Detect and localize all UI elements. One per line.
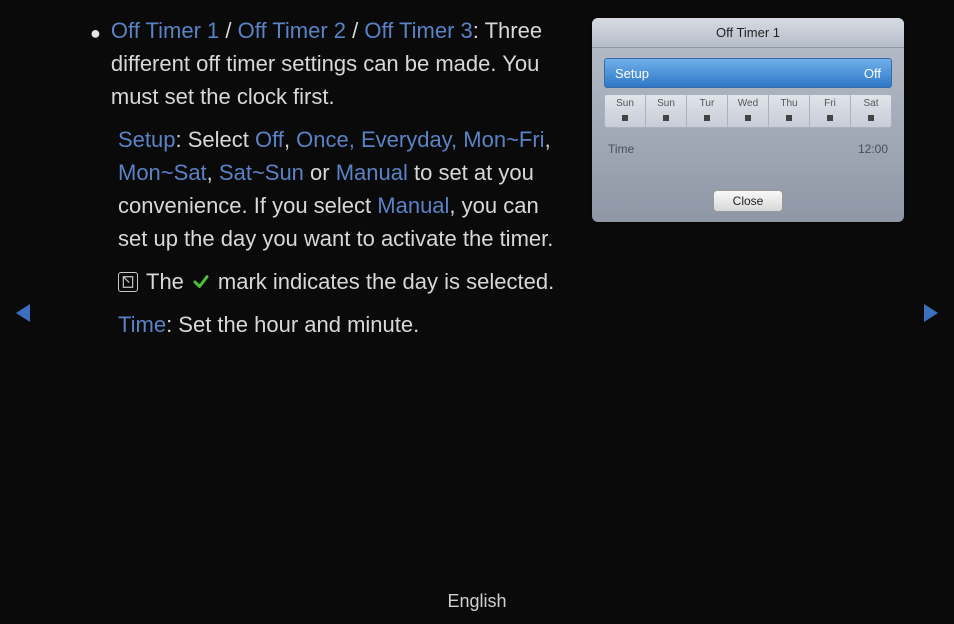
day-mark xyxy=(769,109,809,127)
off-timer-panel: Off Timer 1 Setup Off Sun Sun Tur Wed Th… xyxy=(592,18,904,222)
check-icon xyxy=(192,273,210,291)
sep: / xyxy=(219,18,237,43)
panel-title: Off Timer 1 xyxy=(592,18,904,48)
opt-monsat: Mon~Sat xyxy=(118,160,207,185)
setup-value: Off xyxy=(864,66,881,81)
setup-row[interactable]: Setup Off xyxy=(604,58,892,88)
note-icon xyxy=(118,272,138,292)
day-cell[interactable]: Sun xyxy=(646,95,687,127)
close-button[interactable]: Close xyxy=(713,190,783,212)
day-cell[interactable]: Tur xyxy=(687,95,728,127)
setup-paragraph: Setup: Select Off, Once, Everyday, Mon~F… xyxy=(118,123,565,255)
day-label: Fri xyxy=(810,95,850,109)
day-label: Sun xyxy=(605,95,645,109)
day-cell[interactable]: Sun xyxy=(605,95,646,127)
txt: , xyxy=(284,127,296,152)
sep: / xyxy=(346,18,364,43)
help-text-block: ● Off Timer 1 / Off Timer 2 / Off Timer … xyxy=(90,14,565,341)
off-timer-1: Off Timer 1 xyxy=(111,18,219,43)
txt: : Set the hour and minute. xyxy=(166,312,419,337)
day-mark xyxy=(810,109,850,127)
txt: , xyxy=(545,127,551,152)
day-mark xyxy=(646,109,686,127)
title-line: Off Timer 1 / Off Timer 2 / Off Timer 3:… xyxy=(111,14,565,113)
day-mark xyxy=(687,109,727,127)
day-cell[interactable]: Thu xyxy=(769,95,810,127)
opt-once-every-monfri: Once, Everyday, Mon~Fri xyxy=(296,127,544,152)
day-label: Sat xyxy=(851,95,891,109)
prev-page-arrow[interactable] xyxy=(16,304,30,322)
day-mark xyxy=(728,109,768,127)
day-label: Wed xyxy=(728,95,768,109)
setup-label: Setup xyxy=(118,127,176,152)
note-before: The xyxy=(146,265,184,298)
time-row[interactable]: Time 12:00 xyxy=(608,142,888,156)
time-paragraph: Time: Set the hour and minute. xyxy=(118,308,565,341)
txt: : Select xyxy=(176,127,255,152)
opt-manual2: Manual xyxy=(377,193,449,218)
txt: or xyxy=(304,160,336,185)
day-label: Tur xyxy=(687,95,727,109)
opt-manual: Manual xyxy=(336,160,408,185)
day-label: Sun xyxy=(646,95,686,109)
next-page-arrow[interactable] xyxy=(924,304,938,322)
language-label: English xyxy=(0,591,954,612)
day-cell[interactable]: Fri xyxy=(810,95,851,127)
time-label: Time xyxy=(118,312,166,337)
note-line: The mark indicates the day is selected. xyxy=(118,265,565,298)
day-label: Thu xyxy=(769,95,809,109)
day-mark xyxy=(851,109,891,127)
time-value: 12:00 xyxy=(858,142,888,156)
txt: , xyxy=(207,160,219,185)
off-timer-2: Off Timer 2 xyxy=(238,18,346,43)
bullet-row: ● Off Timer 1 / Off Timer 2 / Off Timer … xyxy=(90,14,565,113)
days-row: Sun Sun Tur Wed Thu Fri Sat xyxy=(604,94,892,128)
day-mark xyxy=(605,109,645,127)
opt-satsun: Sat~Sun xyxy=(219,160,304,185)
bullet-icon: ● xyxy=(90,20,101,113)
note-after: mark indicates the day is selected. xyxy=(218,265,554,298)
setup-key: Setup xyxy=(615,66,649,81)
day-cell[interactable]: Wed xyxy=(728,95,769,127)
day-cell[interactable]: Sat xyxy=(851,95,891,127)
off-timer-3: Off Timer 3 xyxy=(364,18,472,43)
time-key: Time xyxy=(608,142,634,156)
opt-off: Off xyxy=(255,127,284,152)
